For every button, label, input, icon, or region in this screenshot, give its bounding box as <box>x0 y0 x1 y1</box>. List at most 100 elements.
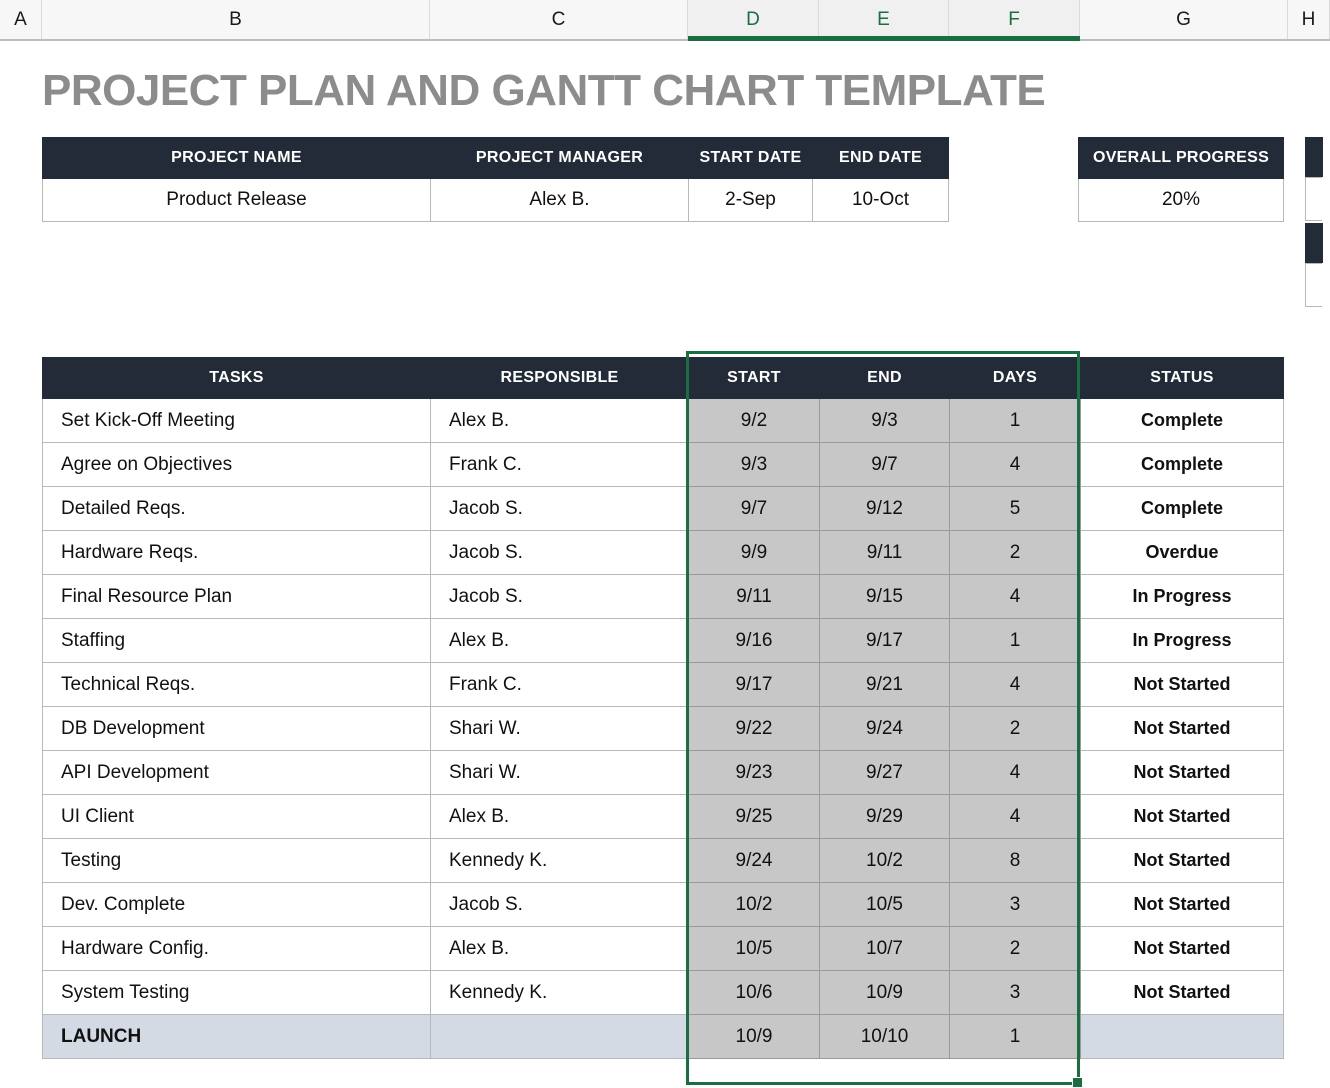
end-date-value[interactable]: 10-Oct <box>813 179 949 222</box>
end-date-cell[interactable]: 9/21 <box>820 663 950 707</box>
column-header-e[interactable]: E <box>819 0 949 39</box>
status-badge[interactable]: Not Started <box>1081 971 1284 1015</box>
responsible-cell[interactable]: Alex B. <box>431 927 689 971</box>
end-date-cell[interactable]: 10/5 <box>820 883 950 927</box>
task-name-cell[interactable]: Set Kick-Off Meeting <box>43 399 431 443</box>
task-name-cell[interactable]: API Development <box>43 751 431 795</box>
start-date-cell[interactable]: 10/6 <box>689 971 820 1015</box>
task-name-cell[interactable]: Staffing <box>43 619 431 663</box>
task-name-cell[interactable]: Hardware Reqs. <box>43 531 431 575</box>
start-date-cell[interactable]: 10/2 <box>689 883 820 927</box>
column-header-d[interactable]: D <box>688 0 819 39</box>
end-date-cell[interactable]: 10/10 <box>820 1015 950 1059</box>
status-badge[interactable]: Not Started <box>1081 883 1284 927</box>
start-date-cell[interactable]: 10/5 <box>689 927 820 971</box>
start-date-cell[interactable]: 9/2 <box>689 399 820 443</box>
days-cell[interactable]: 4 <box>950 663 1081 707</box>
start-date-cell[interactable]: 9/17 <box>689 663 820 707</box>
responsible-cell[interactable]: Shari W. <box>431 707 689 751</box>
start-date-value[interactable]: 2-Sep <box>689 179 813 222</box>
days-cell[interactable]: 1 <box>950 1015 1081 1059</box>
project-manager-value[interactable]: Alex B. <box>431 179 689 222</box>
days-cell[interactable]: 1 <box>950 619 1081 663</box>
task-name-cell[interactable]: UI Client <box>43 795 431 839</box>
task-name-cell[interactable]: Hardware Config. <box>43 927 431 971</box>
responsible-cell[interactable]: Jacob S. <box>431 487 689 531</box>
status-badge[interactable]: Not Started <box>1081 839 1284 883</box>
days-cell[interactable]: 2 <box>950 927 1081 971</box>
end-date-cell[interactable]: 10/9 <box>820 971 950 1015</box>
status-badge[interactable]: Complete <box>1081 399 1284 443</box>
start-date-cell[interactable]: 9/16 <box>689 619 820 663</box>
selection-fill-handle[interactable] <box>1072 1077 1083 1088</box>
column-header-g[interactable]: G <box>1080 0 1288 39</box>
responsible-cell[interactable]: Alex B. <box>431 795 689 839</box>
column-header-f[interactable]: F <box>949 0 1080 39</box>
column-header-a[interactable]: A <box>0 0 42 39</box>
task-name-cell[interactable]: System Testing <box>43 971 431 1015</box>
start-date-cell[interactable]: 9/23 <box>689 751 820 795</box>
end-date-cell[interactable]: 9/27 <box>820 751 950 795</box>
responsible-cell[interactable]: Alex B. <box>431 399 689 443</box>
column-header-b[interactable]: B <box>42 0 430 39</box>
days-cell[interactable]: 2 <box>950 707 1081 751</box>
days-cell[interactable]: 1 <box>950 399 1081 443</box>
responsible-cell[interactable] <box>431 1015 689 1059</box>
end-date-cell[interactable]: 9/15 <box>820 575 950 619</box>
task-name-cell[interactable]: DB Development <box>43 707 431 751</box>
status-badge[interactable]: Not Started <box>1081 707 1284 751</box>
responsible-cell[interactable]: Jacob S. <box>431 531 689 575</box>
status-badge[interactable]: Not Started <box>1081 927 1284 971</box>
days-cell[interactable]: 3 <box>950 883 1081 927</box>
days-cell[interactable]: 4 <box>950 751 1081 795</box>
start-date-cell[interactable]: 9/24 <box>689 839 820 883</box>
task-name-cell[interactable]: Detailed Reqs. <box>43 487 431 531</box>
days-cell[interactable]: 4 <box>950 443 1081 487</box>
end-date-cell[interactable]: 9/3 <box>820 399 950 443</box>
responsible-cell[interactable]: Kennedy K. <box>431 971 689 1015</box>
responsible-cell[interactable]: Alex B. <box>431 619 689 663</box>
days-cell[interactable]: 4 <box>950 795 1081 839</box>
end-date-cell[interactable]: 9/24 <box>820 707 950 751</box>
responsible-cell[interactable]: Jacob S. <box>431 575 689 619</box>
column-header-h[interactable]: H <box>1288 0 1330 39</box>
status-badge[interactable]: Complete <box>1081 443 1284 487</box>
start-date-cell[interactable]: 9/11 <box>689 575 820 619</box>
start-date-cell[interactable]: 9/25 <box>689 795 820 839</box>
days-cell[interactable]: 2 <box>950 531 1081 575</box>
responsible-cell[interactable]: Jacob S. <box>431 883 689 927</box>
start-date-cell[interactable]: 9/3 <box>689 443 820 487</box>
status-badge[interactable]: In Progress <box>1081 619 1284 663</box>
days-cell[interactable]: 8 <box>950 839 1081 883</box>
task-name-cell[interactable]: Final Resource Plan <box>43 575 431 619</box>
status-badge[interactable]: In Progress <box>1081 575 1284 619</box>
task-name-cell[interactable]: Testing <box>43 839 431 883</box>
task-name-cell[interactable]: Dev. Complete <box>43 883 431 927</box>
end-date-cell[interactable]: 9/29 <box>820 795 950 839</box>
column-header-c[interactable]: C <box>430 0 688 39</box>
end-date-cell[interactable]: 9/12 <box>820 487 950 531</box>
status-badge[interactable]: Not Started <box>1081 751 1284 795</box>
start-date-cell[interactable]: 9/22 <box>689 707 820 751</box>
days-cell[interactable]: 4 <box>950 575 1081 619</box>
status-badge[interactable]: Complete <box>1081 487 1284 531</box>
days-cell[interactable]: 5 <box>950 487 1081 531</box>
end-date-cell[interactable]: 9/17 <box>820 619 950 663</box>
task-name-cell[interactable]: Technical Reqs. <box>43 663 431 707</box>
task-name-cell[interactable]: LAUNCH <box>43 1015 431 1059</box>
status-badge[interactable]: Not Started <box>1081 795 1284 839</box>
status-badge[interactable]: Not Started <box>1081 663 1284 707</box>
status-badge[interactable]: Overdue <box>1081 531 1284 575</box>
overall-progress-value[interactable]: 20% <box>1079 179 1284 222</box>
task-name-cell[interactable]: Agree on Objectives <box>43 443 431 487</box>
responsible-cell[interactable]: Kennedy K. <box>431 839 689 883</box>
start-date-cell[interactable]: 9/9 <box>689 531 820 575</box>
end-date-cell[interactable]: 9/7 <box>820 443 950 487</box>
start-date-cell[interactable]: 9/7 <box>689 487 820 531</box>
end-date-cell[interactable]: 10/2 <box>820 839 950 883</box>
days-cell[interactable]: 3 <box>950 971 1081 1015</box>
start-date-cell[interactable]: 10/9 <box>689 1015 820 1059</box>
responsible-cell[interactable]: Shari W. <box>431 751 689 795</box>
end-date-cell[interactable]: 10/7 <box>820 927 950 971</box>
responsible-cell[interactable]: Frank C. <box>431 443 689 487</box>
